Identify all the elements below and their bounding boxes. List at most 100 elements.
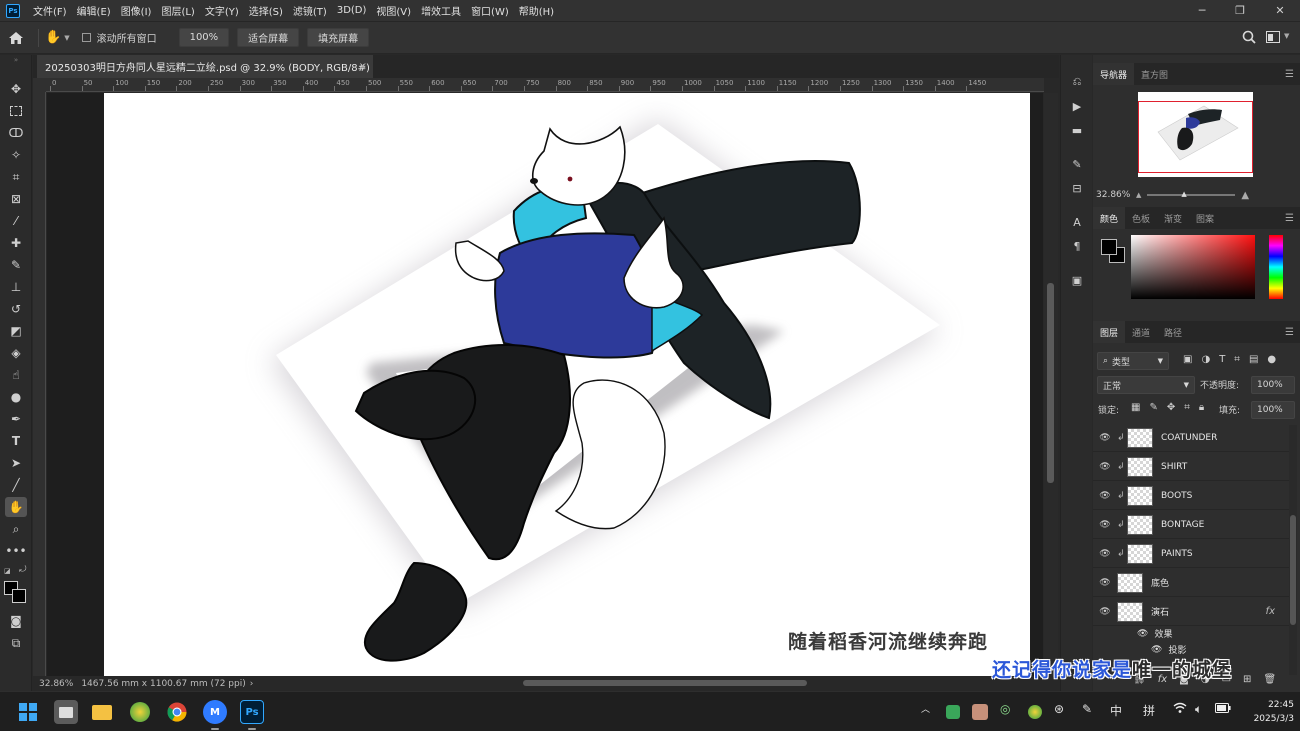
fill-field[interactable]: 100% [1251, 401, 1295, 419]
tab-patterns[interactable]: 图案 [1189, 207, 1221, 229]
home-icon[interactable] [0, 31, 32, 45]
fill-screen-button[interactable]: 填充屏幕 [307, 28, 370, 47]
pen-input-icon[interactable]: ✎ [1082, 702, 1092, 716]
tray-overflow-chevron-icon[interactable]: ︿ [921, 702, 930, 715]
layer-row[interactable]: 👁︎ 演石 fx [1093, 598, 1289, 626]
layer-row[interactable]: 👁︎ ↲ SHIRT [1093, 453, 1289, 481]
color-menu-icon[interactable]: ☰ [1285, 213, 1294, 224]
clone-stamp-tool-icon[interactable]: ⊥ [5, 277, 27, 297]
layer-name[interactable]: 演石 [1151, 605, 1169, 618]
visibility-eye-icon[interactable]: 👁︎ [1093, 433, 1117, 443]
tab-navigator[interactable]: 导航器 [1093, 63, 1135, 85]
crop-tool-icon[interactable]: ⌗ [5, 167, 27, 187]
close-window-icon[interactable]: ✕ [1262, 0, 1298, 21]
menu-help[interactable]: 帮助(H) [514, 3, 559, 18]
visibility-eye-icon[interactable]: 👁︎ [1093, 462, 1117, 472]
layers-menu-icon[interactable]: ☰ [1285, 327, 1294, 338]
layer-name[interactable]: 底色 [1151, 576, 1169, 589]
hand-tool-preset[interactable]: ✋ ▼ [45, 30, 70, 45]
filter-toggle-icon[interactable]: ● [1267, 354, 1276, 365]
layer-name[interactable]: BOOTS [1161, 491, 1192, 501]
visibility-eye-icon[interactable]: 👁︎ [1093, 491, 1117, 501]
visibility-eye-icon[interactable]: 👁︎ [1093, 520, 1117, 530]
ime-language[interactable]: 中 [1110, 702, 1122, 719]
taskbar-clock[interactable]: 22:45 2025/3/3 [1236, 698, 1294, 726]
path-selection-tool-icon[interactable]: ➤ [5, 453, 27, 473]
visibility-eye-icon[interactable]: 👁︎ [1137, 629, 1148, 639]
layer-name[interactable]: PAINTS [1161, 549, 1193, 559]
visibility-eye-icon[interactable]: 👁︎ [1093, 578, 1117, 588]
vertical-ruler[interactable] [33, 92, 46, 676]
frame-tool-icon[interactable]: ⊠ [5, 189, 27, 209]
status-zoom[interactable]: 32.86% [39, 679, 73, 689]
menu-image[interactable]: 图像(I) [116, 3, 157, 18]
navigator-preview[interactable] [1138, 92, 1253, 177]
fit-screen-button[interactable]: 适合屏幕 [237, 28, 300, 47]
libraries-panel-icon[interactable]: ▣ [1067, 271, 1087, 289]
new-layer-icon[interactable]: ⊞ [1243, 674, 1251, 685]
battery-icon[interactable] [1215, 702, 1231, 716]
filter-adjustment-icon[interactable]: ◑ [1201, 354, 1210, 365]
minimize-icon[interactable]: ─ [1184, 0, 1220, 21]
zoom-100-button[interactable]: 100% [178, 28, 230, 47]
layer-name[interactable]: BONTAGE [1161, 520, 1204, 530]
brush-tool-icon[interactable]: ✎ [5, 255, 27, 275]
layer-row[interactable]: 👁︎ ↲ PAINTS [1093, 540, 1289, 568]
menu-filter[interactable]: 滤镜(T) [288, 3, 332, 18]
layer-row[interactable]: 👁︎ 底色 [1093, 569, 1289, 597]
tab-channels[interactable]: 通道 [1125, 321, 1157, 343]
layers-scroll-thumb[interactable] [1290, 515, 1296, 625]
tab-color[interactable]: 颜色 [1093, 207, 1126, 229]
smudge-tool-icon[interactable]: ☝ [5, 365, 27, 385]
menu-edit[interactable]: 编辑(E) [72, 3, 116, 18]
workspace-layout-icon[interactable] [1266, 31, 1280, 46]
more-tools-icon[interactable]: ••• [5, 541, 27, 561]
wechat-icon[interactable]: ◎ [1000, 702, 1010, 716]
menu-type[interactable]: 文字(Y) [200, 3, 244, 18]
search-icon[interactable] [1242, 30, 1256, 47]
actions-panel-icon[interactable]: ▶ [1067, 97, 1087, 115]
eraser-tool-icon[interactable]: ◩ [5, 321, 27, 341]
menu-view[interactable]: 视图(V) [371, 3, 416, 18]
lock-transparency-icon[interactable]: ▦ [1131, 402, 1140, 413]
hand-tool-icon[interactable]: ✋ [5, 497, 27, 517]
paint-bucket-tool-icon[interactable]: ◈ [5, 343, 27, 363]
canvas-workspace[interactable] [47, 93, 1043, 676]
menu-layer[interactable]: 图层(L) [156, 3, 199, 18]
marquee-tool-icon[interactable] [5, 101, 27, 121]
canvas-vertical-scrollbar[interactable] [1044, 93, 1058, 676]
layer-row[interactable]: 👁︎ ↲ BONTAGE [1093, 511, 1289, 539]
tab-swatches[interactable]: 色板 [1125, 207, 1157, 229]
visibility-eye-icon[interactable]: 👁︎ [1093, 607, 1117, 617]
meeting-app-icon[interactable]: M [203, 700, 227, 724]
filter-type-icon[interactable]: T [1219, 354, 1225, 365]
tray-gallery-icon[interactable] [1028, 705, 1042, 719]
tray-app-green-icon[interactable] [946, 705, 960, 719]
file-explorer-icon[interactable] [90, 700, 114, 724]
menu-select[interactable]: 选择(S) [244, 3, 288, 18]
blend-mode-select[interactable]: 正常 ▼ [1097, 376, 1195, 394]
close-tab-icon[interactable]: × [359, 61, 367, 72]
start-windows-icon[interactable] [16, 700, 40, 724]
tab-layers[interactable]: 图层 [1093, 321, 1126, 343]
ime-mode[interactable]: 拼 [1143, 702, 1155, 719]
tab-paths[interactable]: 路径 [1157, 321, 1189, 343]
steam-icon[interactable]: ⊛ [1054, 702, 1064, 716]
visibility-eye-icon[interactable]: 👁︎ [1093, 549, 1117, 559]
filter-pixel-icon[interactable]: ▣ [1183, 354, 1192, 365]
task-view-icon[interactable] [54, 700, 78, 724]
paragraph-panel-icon[interactable]: ¶ [1067, 237, 1087, 255]
screen-mode-icon[interactable]: ⧉ [5, 633, 27, 653]
zoom-tool-icon[interactable]: ⌕ [5, 519, 27, 539]
lock-all-icon[interactable]: 🔒︎ [1199, 402, 1204, 413]
color-foreground-swatch[interactable] [1101, 239, 1117, 255]
zoom-out-icon[interactable]: ▲ [1136, 191, 1141, 199]
delete-layer-icon[interactable]: 🗑︎ [1263, 674, 1276, 685]
pen-tool-icon[interactable]: ✒ [5, 409, 27, 429]
history-panel-icon[interactable]: ⎌ [1067, 73, 1087, 91]
menu-window[interactable]: 窗口(W) [466, 3, 514, 18]
status-menu-arrow[interactable]: › [250, 679, 254, 689]
restore-icon[interactable]: ❐ [1222, 0, 1258, 21]
quick-mask-icon[interactable]: ◙ [5, 611, 27, 631]
filter-smart-object-icon[interactable]: ▤ [1249, 354, 1258, 365]
